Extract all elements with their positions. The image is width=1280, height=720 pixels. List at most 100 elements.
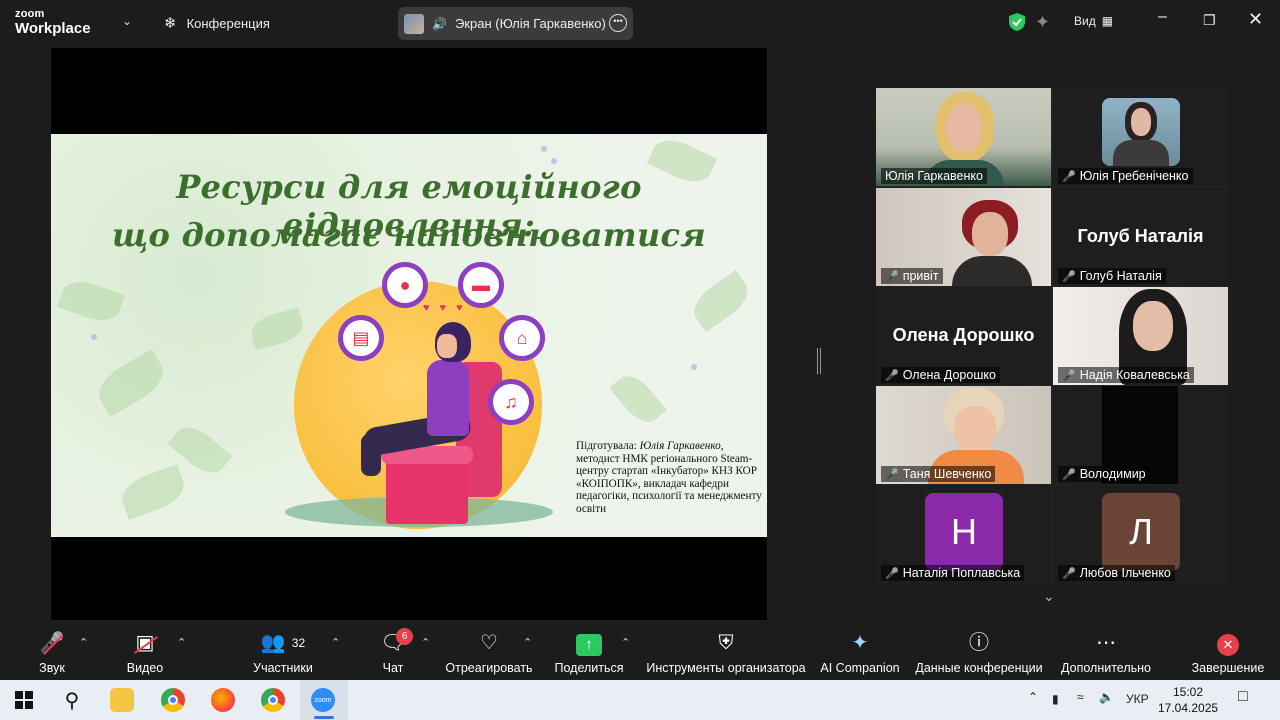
presentation-slide: Ресурси для емоційного відновлення: що д… — [51, 134, 767, 537]
participants-count: 32 — [291, 636, 306, 650]
participant-tile[interactable]: 🎤 Володимир — [1053, 386, 1228, 484]
participant-tile[interactable]: Голуб Наталія 🎤 Голуб Наталія — [1053, 188, 1228, 286]
participant-name: Любов Ільченко — [1079, 566, 1171, 580]
view-button[interactable]: Вид ▦ — [1074, 14, 1113, 28]
participants-gallery: Юлія Гаркавенко 🎤 Юлія Гребеніченко 🎤 прив… — [876, 88, 1228, 583]
chevron-up-icon[interactable]: ⌃ — [523, 636, 532, 649]
participant-display-name: Голуб Наталія — [1077, 226, 1204, 246]
mic-off-icon: 🎤 — [885, 567, 899, 580]
windows-icon[interactable] — [12, 688, 36, 712]
participant-name: Надія Ковалевська — [1079, 368, 1190, 382]
participant-tile[interactable]: Л 🎤 Любов Ільченко — [1053, 485, 1228, 583]
chevron-up-icon[interactable]: ⌃ — [1028, 690, 1038, 704]
participant-name: Олена Дорошко — [902, 368, 996, 382]
ai-sparkle-icon: ✦ — [851, 632, 869, 654]
close-icon[interactable]: ✕ — [1248, 9, 1263, 30]
leaf-decoration — [56, 274, 126, 328]
woman-body — [427, 360, 469, 436]
panel-splitter[interactable] — [817, 348, 821, 374]
zoom-logo: zoom Workplace — [15, 8, 91, 37]
face-shape — [954, 406, 996, 450]
shield-check-icon[interactable] — [1008, 12, 1026, 32]
woman-face — [437, 334, 457, 358]
participant-name-tag: 🎤 Любов Ільченко — [1058, 565, 1175, 581]
clothes-shape — [1113, 140, 1169, 166]
video-button[interactable]: ▣ Видео — [122, 630, 168, 675]
woman-leg — [361, 434, 381, 476]
logo-line-1: zoom — [15, 8, 45, 20]
grid-icon: ▦ — [1101, 14, 1114, 28]
mute-button[interactable]: 🎤 Звук — [30, 630, 74, 675]
share-icon: ↑ — [576, 634, 602, 656]
screen-share-pill[interactable]: 🔊 Экран (Юлія Гаркавенко) ••• — [398, 7, 633, 40]
volume-icon[interactable]: 🔈 — [1099, 690, 1114, 704]
ai-companion-button[interactable]: ✦ AI Companion — [818, 630, 902, 675]
music-icon: ♫ — [488, 379, 534, 425]
share-button[interactable]: ↑ Поделиться — [553, 630, 625, 675]
dot-decoration — [691, 364, 697, 370]
face-shape — [972, 212, 1008, 256]
chrome-profile-icon[interactable] — [261, 688, 285, 712]
participant-name-tag: 🎤 Таня Шевченко — [881, 466, 996, 482]
face-shape — [1131, 108, 1151, 136]
mic-off-icon: 🎤 — [885, 369, 899, 382]
active-indicator — [314, 716, 334, 719]
dot-decoration — [551, 158, 557, 164]
credits-author: Юлія Гаркавенко, — [639, 440, 724, 452]
end-button[interactable]: ✕ Завершение — [1190, 630, 1266, 675]
paw-icon: ❄ — [164, 15, 177, 32]
dot-decoration — [541, 146, 547, 152]
taskbar-clock[interactable]: 15:02 17.04.2025 — [1158, 684, 1218, 716]
hearts-decoration: ♥♥♥ — [423, 302, 473, 314]
battery-icon[interactable]: ▮ — [1052, 692, 1059, 706]
chrome-icon[interactable] — [161, 688, 185, 712]
chevron-up-icon[interactable]: ⌃ — [177, 636, 186, 649]
screen-share-label: Экран (Юлія Гаркавенко) — [454, 16, 606, 31]
language-indicator[interactable]: УКР — [1126, 692, 1149, 706]
conference-menu[interactable]: ❄ Конференция — [164, 14, 270, 32]
ai-companion-label: AI Companion — [820, 661, 900, 675]
search-icon[interactable]: ⚲ — [60, 688, 84, 712]
participant-tile[interactable]: Юлія Гаркавенко — [876, 88, 1051, 186]
firefox-icon[interactable] — [211, 688, 235, 712]
host-tools-button[interactable]: ⛨ Инструменты организатора — [645, 630, 807, 675]
wifi-icon[interactable]: ≈ — [1077, 690, 1084, 704]
dumbbell-icon: ▬ — [458, 262, 504, 308]
participant-tile[interactable]: 🎤 привіт — [876, 188, 1051, 286]
end-icon: ✕ — [1217, 634, 1239, 656]
host-tools-label: Инструменты организатора — [646, 661, 806, 675]
gallery-next-chevron-icon[interactable]: ⌄ — [1043, 588, 1055, 605]
more-button[interactable]: ⋯ Дополнительно — [1058, 630, 1154, 675]
react-button[interactable]: ♡ Отреагировать — [444, 630, 534, 675]
participant-name-tag: Юлія Гаркавенко — [881, 168, 987, 184]
participant-tile[interactable]: 🎤 Таня Шевченко — [876, 386, 1051, 484]
participant-tile[interactable]: 🎤 Надія Ковалевська — [1053, 287, 1228, 385]
chevron-up-icon[interactable]: ⌃ — [79, 636, 88, 649]
participants-label: Участники — [253, 661, 313, 675]
more-icon[interactable]: ••• — [609, 14, 627, 32]
minimize-icon[interactable]: – — [1158, 8, 1167, 26]
mic-off-icon: 🎤 — [885, 270, 899, 283]
chevron-up-icon[interactable]: ⌃ — [421, 636, 430, 649]
leaf-decoration — [609, 368, 667, 430]
notification-icon[interactable]: □ — [1238, 688, 1248, 706]
chevron-down-icon[interactable]: ⌄ — [122, 14, 132, 28]
participant-name-tag: 🎤 Наталія Поплавська — [881, 565, 1025, 581]
meeting-toolbar: 🎤 Звук ⌃ ▣ Видео ⌃ 👥32 Участники ⌃ 🗨 Чат… — [0, 622, 1280, 680]
participant-tile[interactable]: 🎤 Юлія Гребеніченко — [1053, 88, 1228, 186]
chevron-up-icon[interactable]: ⌃ — [331, 636, 340, 649]
zoom-taskbar-icon[interactable]: zoom — [311, 688, 335, 712]
participant-tile[interactable]: Н 🎤 Наталія Поплавська — [876, 485, 1051, 583]
participants-button[interactable]: 👥 32 Участники — [248, 630, 318, 675]
mic-off-icon: 🎤 — [1062, 170, 1076, 183]
participant-avatar: Н — [925, 493, 1003, 571]
zoom-window: zoom Workplace ⌄ ❄ Конференция 🔊 Экран (… — [0, 0, 1280, 680]
restore-icon[interactable]: ❐ — [1203, 12, 1216, 29]
sparkle-icon[interactable]: ✦ — [1035, 12, 1050, 33]
participant-avatar: Л — [1102, 493, 1180, 571]
meeting-info-button[interactable]: ⓘ Данные конференции — [912, 630, 1046, 675]
folder-icon[interactable] — [110, 688, 134, 712]
chevron-up-icon[interactable]: ⌃ — [621, 636, 630, 649]
face-shape — [1133, 301, 1173, 351]
participant-tile[interactable]: Олена Дорошко 🎤 Олена Дорошко — [876, 287, 1051, 385]
